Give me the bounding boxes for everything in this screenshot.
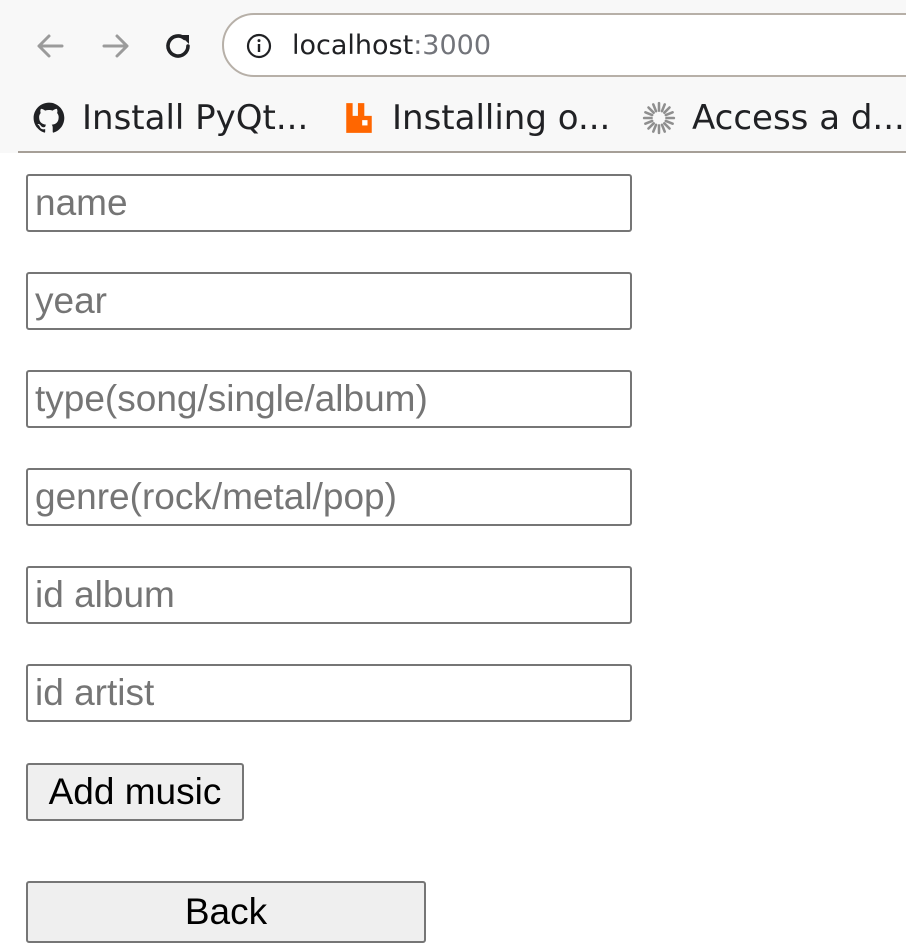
name-input[interactable] [26, 174, 632, 232]
bookmark-install-pyqt[interactable]: Install PyQt... [32, 94, 308, 142]
bookmark-label: Access a d... [692, 98, 905, 138]
url-port: :3000 [413, 30, 492, 61]
url-text: localhost:3000 [292, 29, 491, 63]
reload-icon [166, 34, 190, 58]
rabbitmq-icon [346, 103, 372, 133]
year-input[interactable] [26, 272, 632, 330]
bookmark-label: Install PyQt... [82, 98, 309, 138]
bookmark-access[interactable]: Access a d... [642, 94, 905, 142]
id-album-input[interactable] [26, 566, 632, 624]
id-artist-input[interactable] [26, 664, 632, 722]
spinner-icon [642, 101, 676, 135]
arrow-left-icon [37, 34, 64, 58]
browser-chrome: localhost:3000 Install PyQt... Installin… [0, 0, 906, 153]
forward-nav-button[interactable] [92, 22, 140, 70]
github-icon [33, 102, 65, 133]
back-nav-button[interactable] [26, 22, 74, 70]
address-bar[interactable]: localhost:3000 [222, 13, 906, 77]
bookmark-installing[interactable]: Installing o... [342, 94, 610, 142]
music-form: Add music Back [0, 153, 906, 943]
info-icon[interactable] [246, 33, 272, 59]
browser-toolbar: localhost:3000 [0, 0, 906, 92]
bookmarks-bar: Install PyQt... Installing o... Access a… [0, 92, 906, 152]
arrow-right-icon [102, 34, 129, 58]
reload-button[interactable] [154, 22, 202, 70]
bookmark-label: Installing o... [392, 98, 611, 138]
type-input[interactable] [26, 370, 632, 428]
url-host: localhost [292, 30, 414, 61]
back-button[interactable]: Back [26, 881, 426, 943]
genre-input[interactable] [26, 468, 632, 526]
add-music-button[interactable]: Add music [26, 763, 244, 821]
